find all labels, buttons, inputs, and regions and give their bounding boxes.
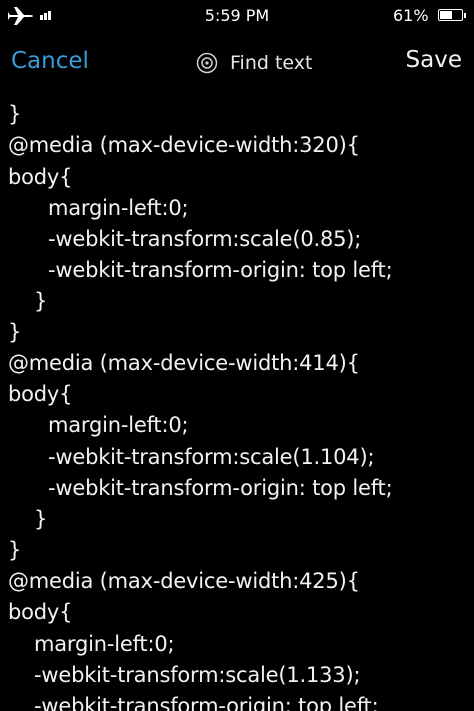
save-button[interactable]: Save [406, 47, 462, 73]
code-line[interactable]: -webkit-transform-origin: top left; [48, 473, 393, 504]
code-line[interactable]: -webkit-transform:scale(0.85); [48, 224, 361, 255]
code-line[interactable]: body{ [8, 597, 73, 628]
code-line[interactable]: -webkit-transform:scale(1.133); [34, 660, 361, 691]
code-line[interactable]: } [8, 99, 21, 130]
cancel-button[interactable]: Cancel [11, 48, 89, 74]
find-text-button[interactable]: Find text [196, 48, 312, 78]
nav-bar: Cancel Find text Save [0, 32, 474, 94]
code-line[interactable]: margin-left:0; [34, 629, 175, 660]
find-text-label: Find text [230, 52, 313, 74]
battery-tip [464, 13, 466, 18]
battery-percent: 61% [393, 6, 429, 25]
battery-icon [438, 9, 463, 21]
status-bar: 5:59 PM 61% [0, 0, 474, 32]
code-line[interactable]: -webkit-transform:scale(1.104); [48, 442, 375, 473]
code-line[interactable]: margin-left:0; [48, 193, 189, 224]
code-line[interactable]: @media (max-device-width:320){ [8, 130, 360, 161]
code-line[interactable]: body{ [8, 379, 73, 410]
code-line[interactable]: } [8, 535, 21, 566]
code-editor[interactable]: } @media (max-device-width:320){body{marg… [0, 94, 474, 711]
code-line[interactable]: } [34, 504, 47, 535]
code-line[interactable]: -webkit-transform-origin: top left; [34, 691, 379, 711]
code-line[interactable]: } [8, 317, 21, 348]
code-line[interactable]: margin-left:0; [48, 410, 189, 441]
code-line[interactable]: -webkit-transform-origin: top left; [48, 255, 393, 286]
code-line[interactable]: body{ [8, 162, 73, 193]
code-line[interactable]: @media (max-device-width:414){ [8, 348, 360, 379]
code-line[interactable]: } [34, 286, 47, 317]
find-icon [196, 52, 218, 74]
code-line[interactable]: @media (max-device-width:425){ [8, 566, 360, 597]
